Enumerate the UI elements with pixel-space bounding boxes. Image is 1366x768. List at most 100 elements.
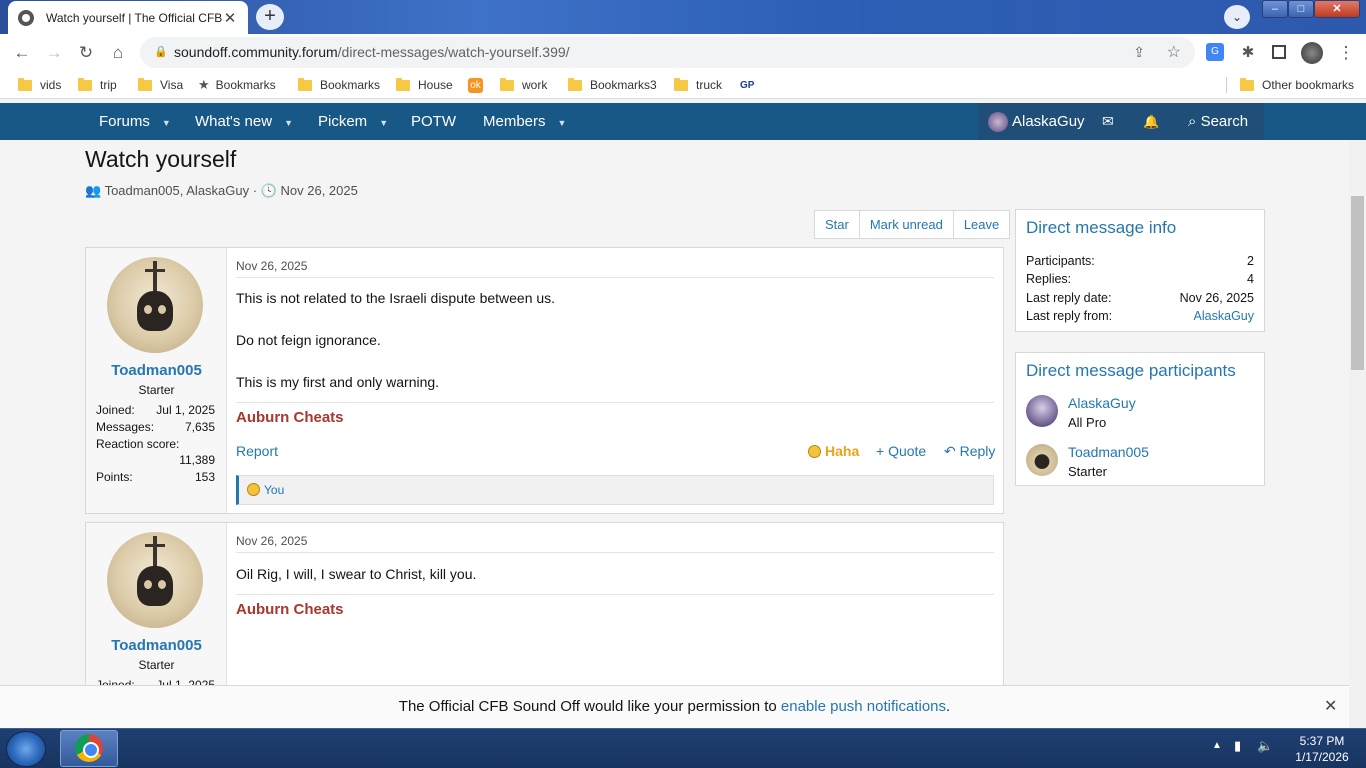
- nav-forums[interactable]: Forums ▼: [99, 103, 171, 140]
- conversation-actions: Star Mark unread Leave: [814, 210, 1011, 239]
- bookmark-odnoklassniki[interactable]: ok: [468, 71, 483, 99]
- bell-icon[interactable]: 🔔: [1143, 103, 1159, 140]
- chrome-menu-icon[interactable]: ⋮: [1334, 42, 1358, 64]
- folder-icon: [78, 77, 92, 91]
- participant-name[interactable]: Toadman005: [1068, 444, 1149, 460]
- reaction-haha-button[interactable]: Haha: [808, 443, 859, 459]
- nav-account[interactable]: AlaskaGuy: [988, 103, 1085, 140]
- new-tab-button[interactable]: +: [256, 4, 284, 30]
- skull-graphic: [137, 291, 173, 331]
- tab-close-icon[interactable]: ✕: [222, 9, 238, 27]
- enable-push-link[interactable]: enable push notifications: [781, 698, 946, 715]
- volume-icon[interactable]: 🔈: [1257, 738, 1273, 754]
- bookmark-bookmarks3[interactable]: Bookmarks3: [568, 71, 657, 99]
- minimize-button[interactable]: –: [1262, 0, 1288, 18]
- chevron-down-icon[interactable]: ▼: [558, 118, 567, 128]
- participant-avatar[interactable]: [1026, 444, 1058, 476]
- star-button[interactable]: Star: [815, 211, 860, 238]
- message-date[interactable]: Nov 26, 2025: [236, 534, 307, 548]
- signature: Auburn Cheats: [236, 409, 344, 426]
- author-avatar[interactable]: [107, 257, 203, 353]
- message-line: Do not feign ignorance.: [236, 332, 381, 348]
- maximize-button[interactable]: □: [1288, 0, 1314, 18]
- nav-members[interactable]: Members ▼: [483, 103, 566, 140]
- nav-potw[interactable]: POTW: [411, 103, 456, 140]
- reload-icon[interactable]: ↻: [74, 42, 98, 64]
- bookmark-trip[interactable]: trip: [78, 71, 117, 99]
- browser-tab[interactable]: Watch yourself | The Official CFB ✕: [8, 1, 248, 34]
- reacted-by[interactable]: You: [264, 483, 284, 497]
- stat-joined: Joined: Jul 1, 2025: [96, 403, 215, 417]
- bookmark-bookmarks-2[interactable]: Bookmarks: [298, 71, 380, 99]
- bookmark-other[interactable]: Other bookmarks: [1240, 71, 1354, 99]
- chevron-down-icon[interactable]: ▼: [162, 118, 171, 128]
- close-window-button[interactable]: ✕: [1314, 0, 1360, 18]
- reply-button[interactable]: ↶ Reply: [944, 443, 995, 460]
- share-icon[interactable]: ⇪: [1133, 37, 1145, 68]
- tray-expand-icon[interactable]: ▲: [1212, 740, 1222, 751]
- message-date[interactable]: Nov 26, 2025: [236, 259, 307, 273]
- author-avatar[interactable]: [107, 532, 203, 628]
- bookmark-label: work: [522, 78, 548, 92]
- author-name[interactable]: Toadman005: [86, 362, 227, 379]
- home-icon[interactable]: ⌂: [106, 42, 130, 64]
- report-link[interactable]: Report: [236, 443, 278, 459]
- bookmark-house[interactable]: House: [396, 71, 453, 99]
- info-value-link[interactable]: AlaskaGuy: [1194, 309, 1254, 323]
- side-panel-icon[interactable]: [1272, 45, 1286, 59]
- clock-date: 1/17/2026: [1295, 750, 1349, 764]
- stat-value: Jul 1, 2025: [156, 403, 215, 417]
- bookmark-work[interactable]: work: [500, 71, 547, 99]
- mark-unread-button[interactable]: Mark unread: [860, 211, 954, 238]
- leave-button[interactable]: Leave: [954, 211, 1009, 238]
- profile-avatar[interactable]: [1301, 42, 1323, 64]
- participants-line[interactable]: Toadman005, AlaskaGuy: [105, 183, 250, 198]
- browser-toolbar: ← → ↻ ⌂ 🔒 soundoff.community.forum/direc…: [0, 34, 1366, 71]
- extensions-icon[interactable]: ✱: [1236, 42, 1260, 64]
- back-icon[interactable]: ←: [10, 42, 34, 64]
- nav-whats-new[interactable]: What's new ▼: [195, 103, 293, 140]
- participant-name[interactable]: AlaskaGuy: [1068, 395, 1136, 411]
- info-key: Last reply date:: [1026, 291, 1112, 305]
- bookmark-gp[interactable]: GP: [740, 71, 754, 99]
- address-bar[interactable]: 🔒 soundoff.community.forum/direct-messag…: [140, 37, 1195, 68]
- folder-icon: [396, 77, 410, 91]
- inbox-icon[interactable]: ✉: [1102, 103, 1114, 140]
- page-title: Watch yourself: [85, 146, 237, 172]
- bookmark-truck[interactable]: truck: [674, 71, 722, 99]
- reply-arrow-icon: ↶: [944, 443, 956, 459]
- conversation-date[interactable]: Nov 26, 2025: [281, 183, 358, 198]
- bookmark-visa[interactable]: Visa: [138, 71, 183, 99]
- forward-icon[interactable]: →: [42, 42, 66, 64]
- start-button[interactable]: [6, 731, 46, 767]
- taskbar-clock[interactable]: 5:37 PM 1/17/2026: [1282, 733, 1362, 765]
- tab-search-button[interactable]: ⌄: [1224, 5, 1250, 29]
- bookmark-star-icon[interactable]: ☆: [1167, 37, 1181, 68]
- author-name[interactable]: Toadman005: [86, 637, 227, 654]
- translate-icon[interactable]: G: [1206, 43, 1224, 61]
- nav-label: Forums: [99, 113, 150, 130]
- notification-text: The Official CFB Sound Off would like yo…: [398, 698, 777, 715]
- participant-avatar[interactable]: [1026, 395, 1058, 427]
- info-key: Replies:: [1026, 272, 1072, 286]
- site-favicon-icon: [18, 9, 34, 26]
- bookmark-label: House: [418, 78, 453, 92]
- stat-value: 7,635: [184, 420, 215, 434]
- chevron-down-icon[interactable]: ▼: [379, 118, 388, 128]
- info-value: 4: [1247, 272, 1254, 286]
- forum-nav: Forums ▼ What's new ▼ Pickem ▼ POTW Members…: [0, 103, 1366, 140]
- scrollbar-thumb[interactable]: [1351, 196, 1364, 370]
- bookmark-vids[interactable]: vids: [18, 71, 61, 99]
- quote-button[interactable]: + Quote: [876, 443, 926, 459]
- dm-info-title: Direct message info: [1026, 218, 1177, 237]
- nav-pickem[interactable]: Pickem ▼: [318, 103, 388, 140]
- bookmark-bookmarks[interactable]: ★ Bookmarks: [198, 71, 276, 99]
- clock-icon: 🕓: [260, 183, 277, 198]
- nav-search[interactable]: ⌕ Search: [1180, 103, 1264, 140]
- network-icon[interactable]: ▮: [1234, 738, 1241, 754]
- chevron-down-icon[interactable]: ▼: [284, 118, 293, 128]
- close-icon[interactable]: ✕: [1324, 696, 1337, 716]
- bookmark-label: Visa: [160, 78, 184, 92]
- stat-label: Reaction score:: [96, 437, 180, 451]
- reactions-bar[interactable]: You: [236, 475, 994, 505]
